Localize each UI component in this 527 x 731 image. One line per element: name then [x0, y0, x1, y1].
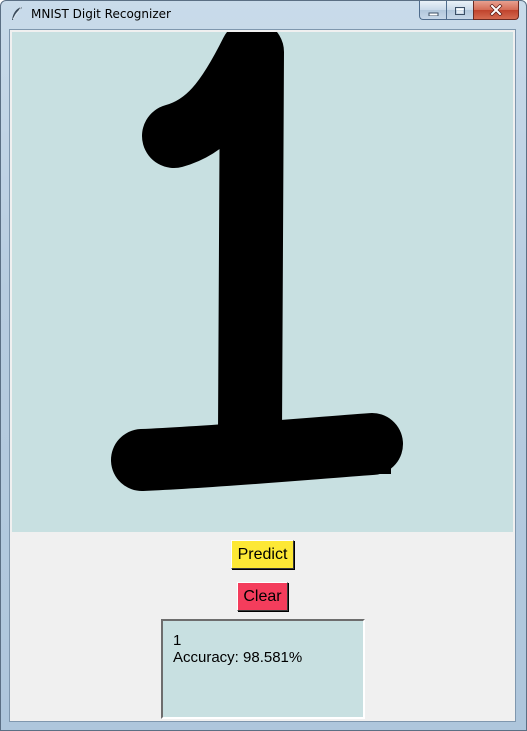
maximize-icon [454, 1, 466, 20]
feather-icon [10, 6, 24, 22]
window-controls [419, 1, 519, 21]
clear-button[interactable]: Clear [237, 582, 288, 611]
title-bar[interactable]: MNIST Digit Recognizer [1, 1, 526, 28]
drawing-canvas[interactable] [12, 20, 513, 532]
prediction-value: 1 [173, 632, 182, 649]
maximize-button[interactable] [446, 1, 473, 20]
digit-stroke-end [362, 434, 391, 474]
minimize-icon [428, 1, 439, 20]
digit-drawing [111, 20, 403, 491]
accuracy-text: Accuracy: 98.581% [173, 649, 303, 666]
app-window: MNIST Digit Recognizer Predict Clear 1 A… [0, 0, 527, 731]
minimize-button[interactable] [419, 1, 446, 20]
digit-stroke-base [111, 413, 403, 491]
digit-stroke-upright [142, 20, 284, 464]
client-area: Predict Clear 1 Accuracy: 98.581% [9, 20, 516, 722]
result-panel: 1 Accuracy: 98.581% [161, 619, 365, 719]
predict-button[interactable]: Predict [231, 540, 294, 569]
close-icon [489, 1, 503, 20]
close-button[interactable] [473, 1, 519, 20]
window-title: MNIST Digit Recognizer [31, 7, 171, 21]
